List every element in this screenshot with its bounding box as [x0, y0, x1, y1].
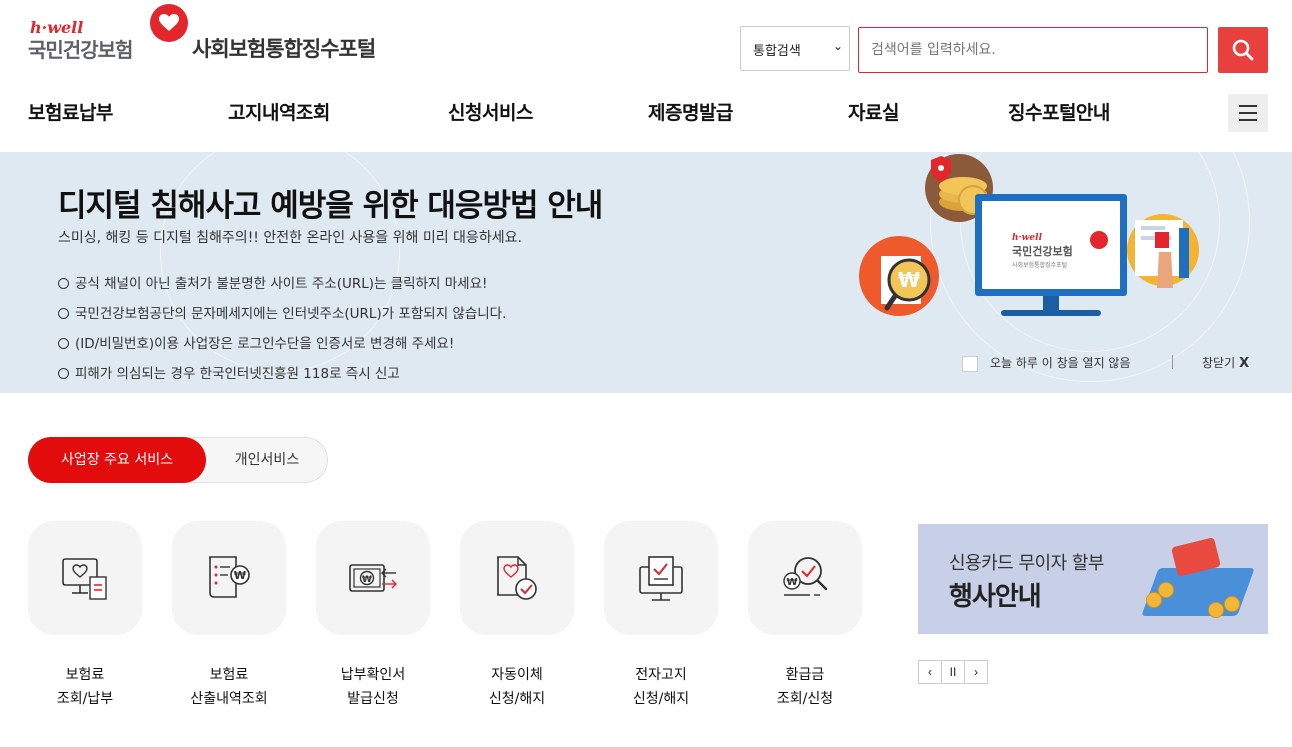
service-icon-box [460, 521, 574, 635]
hamburger-icon-bar [1239, 112, 1257, 114]
promo-line2: 행사안내 [949, 582, 1042, 612]
monitor-base [1001, 310, 1101, 316]
banner-bullet: 피해가 의심되는 경우 한국인터넷진흥원 118로 즉시 신고 [58, 362, 400, 382]
svg-text:₩: ₩ [362, 575, 372, 585]
nav-item-notice-inquiry[interactable]: 고지내역조회 [228, 98, 330, 125]
service-label-line1: 전자고지 [635, 667, 687, 683]
service-icon-box [28, 521, 142, 635]
banner-bullet: 공식 채널이 아닌 출처가 불분명한 사이트 주소(URL)는 클릭하지 마세요… [58, 272, 487, 292]
banner-bullet: 국민건강보험공단의 문자메세지에는 인터넷주소(URL)가 포함되지 않습니다. [58, 302, 506, 322]
dont-show-today-label[interactable]: 오늘 하루 이 창을 열지 않음 [990, 354, 1131, 371]
notice-banner: 디지털 침해사고 예방을 위한 대응방법 안내 스미싱, 해킹 등 디지털 침해… [0, 152, 1292, 393]
close-icon: X [1239, 356, 1250, 371]
circle-bullet-icon [58, 368, 69, 379]
search-button[interactable] [1218, 27, 1268, 73]
service-label-line2: 산출내역조회 [190, 691, 268, 707]
slider-next-button[interactable]: › [964, 660, 988, 684]
circle-bullet-icon [58, 308, 69, 319]
screen-heart-icon [1090, 231, 1108, 249]
banner-bullet: (ID/비밀번호)이용 사업장은 로그인수단을 인증서로 변경해 주세요! [58, 332, 454, 352]
service-label-line2: 신청/해지 [632, 691, 690, 707]
service-premium-calculation[interactable]: ₩ 보험료 산출내역조회 [172, 521, 286, 707]
svg-text:₩: ₩ [898, 268, 920, 292]
coin-icon [1146, 592, 1162, 608]
search-icon [1232, 39, 1254, 61]
magnifier-won-check-icon: ₩ [783, 557, 828, 596]
hamburger-menu-button[interactable] [1228, 94, 1268, 132]
divider [1172, 355, 1173, 369]
search-scope-value: 통합검색 [753, 44, 801, 59]
service-icon-box: ₩ [748, 521, 862, 635]
monitor-neck [1043, 296, 1059, 310]
service-label-line1: 납부확인서 [340, 667, 406, 683]
coin-icon [1208, 602, 1224, 618]
coin-icon [1224, 596, 1240, 612]
nhis-logo[interactable]: h·well 국민건강보험 [28, 4, 198, 64]
banner-bullet-text: (ID/비밀번호)이용 사업장은 로그인수단을 인증서로 변경해 주세요! [75, 336, 455, 352]
hamburger-icon [1239, 105, 1257, 107]
banner-bullet-text: 피해가 의심되는 경우 한국인터넷진흥원 118로 즉시 신고 [75, 366, 400, 382]
svg-text:₩: ₩ [786, 577, 797, 588]
slider-pause-button[interactable]: II [941, 660, 965, 684]
banner-subtitle: 스미싱, 해킹 등 디지털 침해주의!! 안전한 온라인 사용을 위해 미리 대… [58, 230, 522, 246]
service-auto-transfer[interactable]: 자동이체 신청/해지 [460, 521, 574, 707]
nav-item-premium-payment[interactable]: 보험료납부 [28, 98, 113, 125]
hamburger-icon-bar [1239, 119, 1257, 121]
banner-close-button[interactable]: 창닫기 X [1202, 354, 1249, 371]
monitor-document-check-icon [639, 556, 683, 601]
service-electronic-notice[interactable]: 전자고지 신청/해지 [604, 521, 718, 707]
screen-hwell-text: h·well [1012, 233, 1042, 243]
circle-bullet-icon [58, 338, 69, 349]
tab-personal-services[interactable]: 개인서비스 [206, 437, 328, 483]
banner-title: 디지털 침해사고 예방을 위한 대응방법 안내 [58, 188, 603, 224]
service-payment-confirmation[interactable]: ₩ 납부확인서 발급신청 [316, 521, 430, 707]
banner-bullet-text: 공식 채널이 아닌 출처가 불분명한 사이트 주소(URL)는 클릭하지 마세요… [75, 276, 488, 292]
portal-title[interactable]: 사회보험통합징수포털 [192, 33, 376, 63]
screen-portal-text: 사회보험통합징수포털 [1012, 262, 1068, 269]
circle-bullet-icon [58, 278, 69, 289]
document-won-icon: ₩ [209, 556, 250, 598]
slider-prev-button[interactable]: ‹ [918, 660, 942, 684]
logo-org-name: 국민건강보험 [28, 38, 133, 62]
nav-item-application-service[interactable]: 신청서비스 [448, 98, 533, 125]
wallet-won-arrows-icon: ₩ [349, 564, 397, 592]
service-refund[interactable]: ₩ 환급금 조회/신청 [748, 521, 862, 707]
chevron-down-icon: ⌄ [832, 39, 843, 53]
search-input[interactable] [858, 27, 1208, 73]
service-icon-box: ₩ [316, 521, 430, 635]
logo-heart-icon [150, 4, 188, 42]
service-icon-box: ₩ [172, 521, 286, 635]
service-label-line1: 환급금 [785, 667, 825, 683]
service-label-line2: 신청/해지 [488, 691, 546, 707]
nav-item-certificate[interactable]: 제증명발급 [648, 98, 733, 125]
monitor-illustration: h·well 국민건강보험 사회보험통합징수포털 [975, 194, 1127, 316]
close-label: 창닫기 [1202, 356, 1236, 370]
service-label-line2: 조회/납부 [56, 691, 114, 707]
promo-line1: 신용카드 무이자 할부 [949, 553, 1104, 574]
monitor-heart-receipt-icon [62, 558, 107, 600]
search-scope-select[interactable]: 통합검색 ⌄ [740, 26, 850, 71]
service-label-line2: 조회/신청 [776, 691, 834, 707]
tab-business-services[interactable]: 사업장 주요 서비스 [28, 437, 206, 483]
service-icon-box [604, 521, 718, 635]
service-label-line1: 자동이체 [491, 667, 543, 683]
site-header: h·well 국민건강보험 사회보험통합징수포털 통합검색 ⌄ [0, 0, 1292, 152]
service-label-line2: 발급신청 [347, 691, 399, 707]
promo-banner[interactable]: 신용카드 무이자 할부 행사안내 [918, 524, 1268, 634]
nav-item-portal-guide[interactable]: 징수포털안내 [1008, 98, 1110, 125]
phone-hand-icon [1127, 214, 1199, 288]
service-label-line1: 보험료 [65, 667, 105, 683]
svg-text:₩: ₩ [234, 569, 246, 582]
service-premium-inquiry-payment[interactable]: 보험료 조회/납부 [28, 521, 142, 707]
service-label-line1: 보험료 [209, 667, 249, 683]
security-illustration: ₩ h·well 국민건강보험 사회보험통합징수포털 [855, 152, 1215, 342]
document-heart-check-icon [497, 556, 537, 600]
nav-item-resources[interactable]: 자료실 [848, 98, 899, 125]
dont-show-today-checkbox[interactable] [962, 356, 978, 372]
monitor-screen: h·well 국민건강보험 사회보험통합징수포털 [982, 201, 1120, 289]
won-magnifier-icon: ₩ [859, 236, 939, 316]
screen-org-text: 국민건강보험 [1012, 245, 1073, 258]
banner-bullet-text: 국민건강보험공단의 문자메세지에는 인터넷주소(URL)가 포함되지 않습니다. [75, 306, 507, 322]
